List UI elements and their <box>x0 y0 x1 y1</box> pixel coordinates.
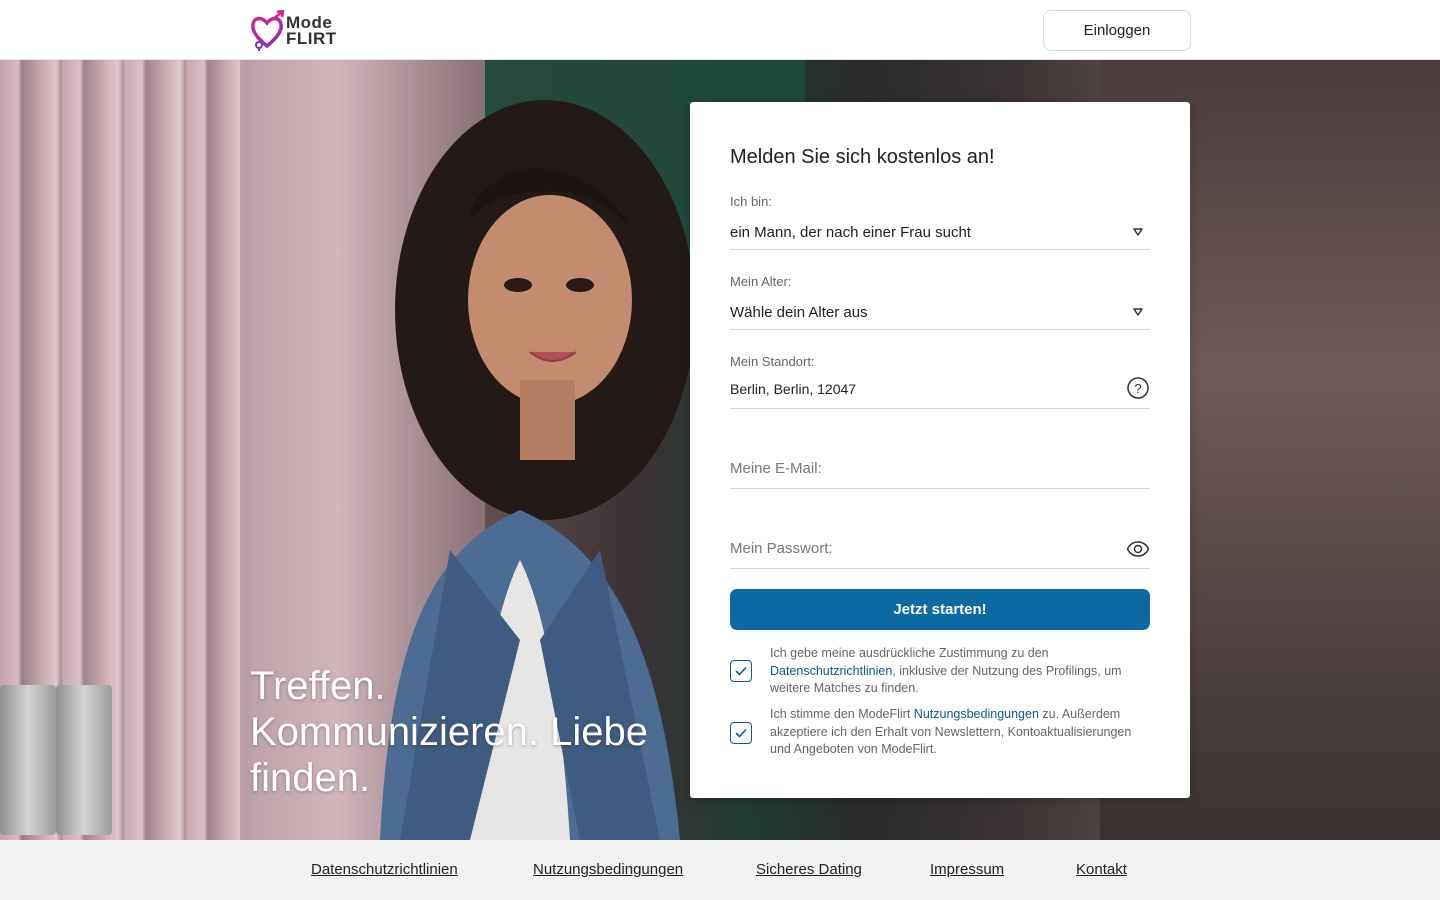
gender-select[interactable]: Ich bin: ein Mann, der nach einer Frau s… <box>730 194 1150 250</box>
form-title: Melden Sie sich kostenlos an! <box>730 146 995 168</box>
check-icon <box>735 666 747 676</box>
email-placeholder: Meine E-Mail: <box>730 460 822 477</box>
consent-terms-before: Ich stimme den ModeFlirt <box>770 707 914 721</box>
consent-terms-text: Ich stimme den ModeFlirt Nutzungsbedingu… <box>770 706 1150 759</box>
logo-heart-icon <box>251 10 285 51</box>
age-value: Wähle dein Alter aus <box>730 304 868 321</box>
age-select[interactable]: Mein Alter: Wähle dein Alter aus <box>730 274 1150 330</box>
footer-link-terms[interactable]: Nutzungsbedingungen <box>533 861 683 878</box>
tagline-line1: Treffen. <box>250 664 386 708</box>
header: Mode FLIRT Einloggen <box>0 0 1440 60</box>
footer-link-contact[interactable]: Kontakt <box>1076 861 1127 878</box>
location-value: Berlin, Berlin, 12047 <box>730 381 857 397</box>
consent-privacy-before: Ich gebe meine ausdrückliche Zustimmung … <box>770 646 1049 660</box>
help-icon[interactable]: ? <box>1126 376 1150 400</box>
age-label: Mein Alter: <box>730 274 792 289</box>
consent-terms-checkbox[interactable] <box>730 722 752 744</box>
logo-line2: FLIRT <box>286 29 337 48</box>
registration-form: Melden Sie sich kostenlos an! Ich bin: e… <box>690 102 1190 798</box>
consent-privacy: Ich gebe meine ausdrückliche Zustimmung … <box>730 645 1150 700</box>
login-button[interactable]: Einloggen <box>1043 10 1191 51</box>
gender-value: ein Mann, der nach einer Frau sucht <box>730 224 971 241</box>
password-placeholder: Mein Passwort: <box>730 540 833 557</box>
hinge-left <box>0 685 56 835</box>
tagline-line2: Kommunizieren. Liebe <box>250 710 648 754</box>
terms-link[interactable]: Nutzungsbedingungen <box>914 707 1039 721</box>
check-icon <box>735 728 747 738</box>
privacy-link[interactable]: Datenschutzrichtlinien <box>770 664 892 678</box>
email-field[interactable]: Meine E-Mail: <box>730 442 1150 489</box>
footer-link-imprint[interactable]: Impressum <box>930 861 1004 878</box>
footer-link-safe-dating[interactable]: Sicheres Dating <box>756 861 862 878</box>
tagline-line3: finden. <box>250 756 371 800</box>
svg-text:?: ? <box>1134 381 1141 396</box>
hero-tagline: Treffen. Kommunizieren. Liebe finden. <box>250 663 690 801</box>
consent-privacy-checkbox[interactable] <box>730 660 752 682</box>
submit-button[interactable]: Jetzt starten! <box>730 589 1150 630</box>
eye-icon[interactable] <box>1126 537 1150 561</box>
gender-label: Ich bin: <box>730 194 772 209</box>
consent-terms: Ich stimme den ModeFlirt Nutzungsbedingu… <box>730 706 1150 761</box>
logo[interactable]: Mode FLIRT <box>250 9 350 53</box>
consent-privacy-text: Ich gebe meine ausdrückliche Zustimmung … <box>770 645 1150 698</box>
chevron-down-icon <box>1133 308 1143 316</box>
hinge-right <box>56 685 112 835</box>
footer-link-privacy[interactable]: Datenschutzrichtlinien <box>311 861 458 878</box>
password-field[interactable]: Mein Passwort: <box>730 522 1150 569</box>
chevron-down-icon <box>1133 228 1143 236</box>
logo-text: Mode FLIRT <box>286 14 337 48</box>
footer: Datenschutzrichtlinien Nutzungsbedingung… <box>0 840 1440 900</box>
location-label: Mein Standort: <box>730 354 815 369</box>
location-field[interactable]: Mein Standort: Berlin, Berlin, 12047 ? <box>730 354 1150 409</box>
